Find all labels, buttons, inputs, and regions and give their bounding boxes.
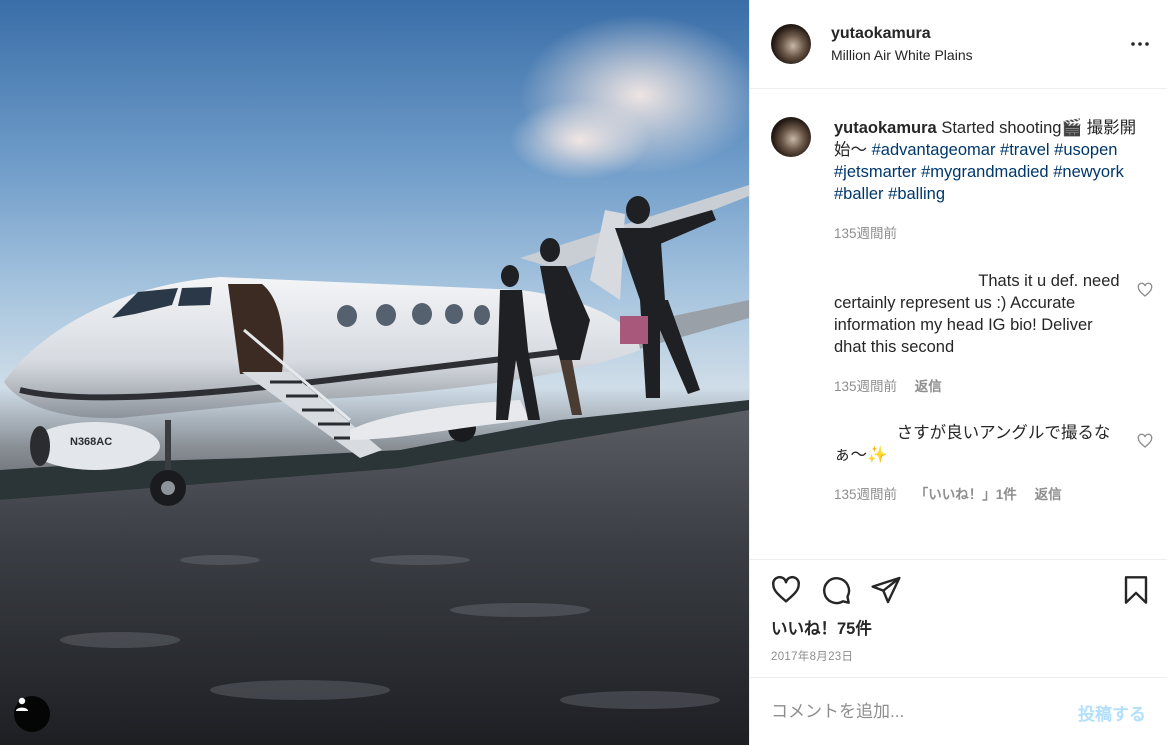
- jet-scene-illustration: N368AC: [0, 15, 749, 745]
- comment-button[interactable]: [820, 574, 852, 606]
- share-button[interactable]: [870, 574, 902, 606]
- reply-button[interactable]: 返信: [915, 379, 942, 394]
- heart-icon: [772, 575, 800, 603]
- share-icon: [871, 576, 901, 604]
- comments-section: yutaokamura Started shooting🎬 撮影開始〜 #adv…: [750, 90, 1167, 559]
- post-header: yutaokamura Million Air White Plains: [750, 0, 1167, 89]
- post-date[interactable]: 2017年8月23日: [771, 648, 853, 664]
- comment-meta: 135週間前 返信: [834, 375, 956, 395]
- heart-icon: [1137, 282, 1153, 297]
- caption-meta: 135週間前: [834, 222, 911, 242]
- comment-like-button[interactable]: [1137, 433, 1153, 449]
- comment-input[interactable]: [771, 698, 1061, 726]
- post-details-panel: yutaokamura Million Air White Plains yut…: [749, 0, 1167, 745]
- comment-meta: 135週間前 「いいね！」1件 返信: [834, 483, 1076, 503]
- hashtag-link[interactable]: #usopen: [1054, 141, 1117, 159]
- post-username[interactable]: yutaokamura: [831, 25, 931, 43]
- caption-avatar[interactable]: [771, 117, 811, 157]
- hashtag-link[interactable]: #baller: [834, 185, 884, 203]
- likes-count[interactable]: いいね！75件: [771, 615, 872, 639]
- jet-tail-number: N368AC: [70, 436, 112, 448]
- hashtag-link[interactable]: #mygrandmadied: [921, 163, 1049, 181]
- comment-likes-count[interactable]: 「いいね！」1件: [915, 487, 1017, 502]
- comment-username-hidden[interactable]: – . .: [834, 270, 974, 292]
- comment-time[interactable]: 135週間前: [834, 487, 897, 502]
- hashtag-link[interactable]: #travel: [1000, 141, 1050, 159]
- comment-like-button[interactable]: [1137, 282, 1153, 298]
- comment-icon: [823, 577, 851, 605]
- user-icon: [16, 697, 28, 711]
- more-options-button[interactable]: [1128, 32, 1152, 56]
- caption-username[interactable]: yutaokamura: [834, 119, 937, 137]
- more-horizontal-icon: [1131, 42, 1149, 46]
- post-photo[interactable]: N368AC: [0, 0, 749, 745]
- comment-item: さすが良いアングルで撮るなぁ〜✨: [834, 422, 1124, 466]
- post-caption: yutaokamura Started shooting🎬 撮影開始〜 #adv…: [834, 117, 1156, 205]
- comment-text: さすが良いアングルで撮るなぁ〜✨: [834, 424, 1111, 464]
- hashtag-link[interactable]: #newyork: [1053, 163, 1124, 181]
- hashtag-link[interactable]: #advantageomar: [872, 141, 996, 159]
- hashtag-link[interactable]: #jetsmarter: [834, 163, 917, 181]
- bookmark-icon: [1124, 576, 1148, 604]
- hashtag-link[interactable]: #balling: [888, 185, 945, 203]
- avatar[interactable]: [771, 24, 811, 64]
- like-button[interactable]: [770, 574, 802, 606]
- heart-icon: [1137, 433, 1153, 448]
- add-comment-form: 投稿する: [750, 677, 1167, 745]
- caption-time[interactable]: 135週間前: [834, 226, 897, 241]
- reply-button[interactable]: 返信: [1035, 487, 1062, 502]
- post-comment-button[interactable]: 投稿する: [1078, 700, 1146, 725]
- save-button[interactable]: [1120, 574, 1152, 606]
- post-location[interactable]: Million Air White Plains: [831, 47, 973, 63]
- caption-hashtags: #advantageomar #travel #usopen #jetsmart…: [834, 141, 1124, 203]
- comment-item: – . . Thats it u def. need certainly rep…: [834, 270, 1124, 358]
- post-actions: いいね！75件 2017年8月23日: [750, 559, 1167, 677]
- comment-time[interactable]: 135週間前: [834, 379, 897, 394]
- tagged-users-button[interactable]: [14, 696, 50, 732]
